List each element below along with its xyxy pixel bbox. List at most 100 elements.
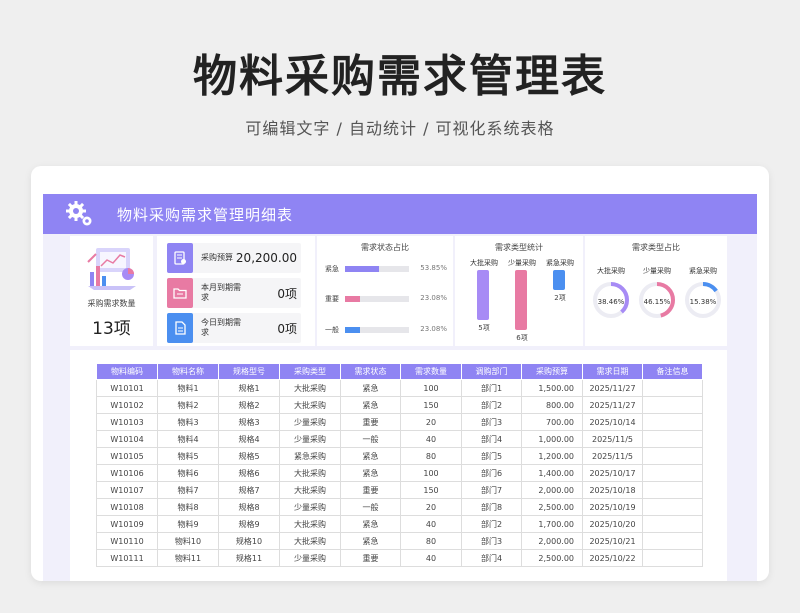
- table-cell[interactable]: 2025/10/22: [582, 549, 643, 567]
- table-cell[interactable]: 1,000.00: [521, 430, 583, 448]
- table-cell[interactable]: W10111: [96, 549, 158, 567]
- table-cell[interactable]: [642, 464, 703, 482]
- table-cell[interactable]: 物料9: [157, 515, 219, 533]
- table-cell[interactable]: 规格7: [218, 481, 280, 499]
- table-cell[interactable]: 2025/11/5: [582, 430, 643, 448]
- table-cell[interactable]: 物料3: [157, 413, 219, 431]
- table-cell[interactable]: 部门3: [461, 532, 522, 550]
- table-cell[interactable]: 少量采购: [279, 498, 341, 516]
- table-cell[interactable]: 规格6: [218, 464, 280, 482]
- table-cell[interactable]: 一般: [340, 430, 401, 448]
- table-row[interactable]: W10104 物料4 规格4 少量采购 一般 40 部门4 1,000.00 2025/11/5: [96, 430, 703, 448]
- table-cell[interactable]: 大批采购: [279, 396, 341, 414]
- table-cell[interactable]: W10106: [96, 464, 158, 482]
- table-row[interactable]: W10106 物料6 规格6 大批采购 紧急 100 部门6 1,400.00 2025/10/…: [96, 464, 703, 482]
- table-cell[interactable]: 部门1: [461, 379, 522, 397]
- table-cell[interactable]: 20: [400, 413, 462, 431]
- table-cell[interactable]: 2025/10/17: [582, 464, 643, 482]
- table-row[interactable]: W10101 物料1 规格1 大批采购 紧急 100 部门1 1,500.00 2025/11/…: [96, 379, 703, 397]
- table-cell[interactable]: 部门5: [461, 447, 522, 465]
- table-cell[interactable]: 2,500.00: [521, 549, 583, 567]
- table-cell[interactable]: W10109: [96, 515, 158, 533]
- table-cell[interactable]: 大批采购: [279, 481, 341, 499]
- table-cell[interactable]: 2025/10/14: [582, 413, 643, 431]
- table-row[interactable]: W10103 物料3 规格3 少量采购 重要 20 部门3 700.00 2025/10/14: [96, 413, 703, 431]
- table-cell[interactable]: 2,500.00: [521, 498, 583, 516]
- table-cell[interactable]: 2025/10/21: [582, 532, 643, 550]
- table-cell[interactable]: 规格2: [218, 396, 280, 414]
- table-cell[interactable]: 重要: [340, 549, 401, 567]
- table-cell[interactable]: 40: [400, 515, 462, 533]
- table-cell[interactable]: 2025/10/18: [582, 481, 643, 499]
- table-cell[interactable]: 40: [400, 549, 462, 567]
- table-row[interactable]: W10105 物料5 规格5 紧急采购 紧急 80 部门5 1,200.00 2025/11/5: [96, 447, 703, 465]
- table-cell[interactable]: 少量采购: [279, 413, 341, 431]
- table-cell[interactable]: 2025/11/27: [582, 396, 643, 414]
- column-header[interactable]: 物料编码: [96, 363, 158, 380]
- table-row[interactable]: W10108 物料8 规格8 少量采购 一般 20 部门8 2,500.00 2025/10/1…: [96, 498, 703, 516]
- table-cell[interactable]: [642, 481, 703, 499]
- table-cell[interactable]: 紧急: [340, 447, 401, 465]
- table-cell[interactable]: 物料2: [157, 396, 219, 414]
- column-header[interactable]: 物料名称: [157, 363, 219, 380]
- table-cell[interactable]: 规格1: [218, 379, 280, 397]
- table-cell[interactable]: 物料10: [157, 532, 219, 550]
- table-cell[interactable]: 少量采购: [279, 549, 341, 567]
- table-cell[interactable]: W10105: [96, 447, 158, 465]
- table-cell[interactable]: 100: [400, 379, 462, 397]
- table-cell[interactable]: W10104: [96, 430, 158, 448]
- table-cell[interactable]: 一般: [340, 498, 401, 516]
- table-cell[interactable]: W10107: [96, 481, 158, 499]
- table-cell[interactable]: 规格9: [218, 515, 280, 533]
- table-row[interactable]: W10107 物料7 规格7 大批采购 重要 150 部门7 2,000.00 2025/10/…: [96, 481, 703, 499]
- table-cell[interactable]: 少量采购: [279, 430, 341, 448]
- table-cell[interactable]: 重要: [340, 481, 401, 499]
- table-cell[interactable]: 物料8: [157, 498, 219, 516]
- table-cell[interactable]: 部门3: [461, 413, 522, 431]
- table-cell[interactable]: W10102: [96, 396, 158, 414]
- table-cell[interactable]: 大批采购: [279, 515, 341, 533]
- table-cell[interactable]: 规格4: [218, 430, 280, 448]
- table-cell[interactable]: 部门6: [461, 464, 522, 482]
- table-cell[interactable]: 2025/11/27: [582, 379, 643, 397]
- table-cell[interactable]: W10101: [96, 379, 158, 397]
- table-cell[interactable]: 1,200.00: [521, 447, 583, 465]
- table-cell[interactable]: 部门7: [461, 481, 522, 499]
- table-cell[interactable]: 紧急: [340, 379, 401, 397]
- table-row[interactable]: W10110 物料10 规格10 大批采购 紧急 80 部门3 2,000.00 2025/10…: [96, 532, 703, 550]
- table-cell[interactable]: 物料11: [157, 549, 219, 567]
- table-cell[interactable]: 重要: [340, 413, 401, 431]
- table-cell[interactable]: 规格10: [218, 532, 280, 550]
- table-cell[interactable]: 规格8: [218, 498, 280, 516]
- table-row[interactable]: W10111 物料11 规格11 少量采购 重要 40 部门4 2,500.00 2025/10…: [96, 549, 703, 567]
- table-cell[interactable]: 150: [400, 481, 462, 499]
- table-row[interactable]: W10102 物料2 规格2 大批采购 紧急 150 部门2 800.00 2025/11/27: [96, 396, 703, 414]
- table-cell[interactable]: [642, 413, 703, 431]
- table-cell[interactable]: 150: [400, 396, 462, 414]
- table-cell[interactable]: 规格5: [218, 447, 280, 465]
- table-cell[interactable]: [642, 447, 703, 465]
- table-cell[interactable]: 1,400.00: [521, 464, 583, 482]
- column-header[interactable]: 需求数量: [400, 363, 462, 380]
- table-cell[interactable]: 大批采购: [279, 379, 341, 397]
- table-cell[interactable]: 部门2: [461, 396, 522, 414]
- table-cell[interactable]: 2025/10/19: [582, 498, 643, 516]
- table-cell[interactable]: 2025/10/20: [582, 515, 643, 533]
- column-header[interactable]: 需求状态: [340, 363, 401, 380]
- table-cell[interactable]: 2,000.00: [521, 481, 583, 499]
- table-cell[interactable]: [642, 430, 703, 448]
- table-cell[interactable]: 物料1: [157, 379, 219, 397]
- table-cell[interactable]: 2025/11/5: [582, 447, 643, 465]
- table-cell[interactable]: 部门8: [461, 498, 522, 516]
- table-cell[interactable]: [642, 379, 703, 397]
- table-cell[interactable]: 紧急: [340, 396, 401, 414]
- table-cell[interactable]: 紧急: [340, 532, 401, 550]
- table-cell[interactable]: 紧急: [340, 464, 401, 482]
- table-cell[interactable]: 1,500.00: [521, 379, 583, 397]
- table-cell[interactable]: W10103: [96, 413, 158, 431]
- table-cell[interactable]: 80: [400, 447, 462, 465]
- table-cell[interactable]: 20: [400, 498, 462, 516]
- table-cell[interactable]: 100: [400, 464, 462, 482]
- table-cell[interactable]: 40: [400, 430, 462, 448]
- column-header[interactable]: 采购预算: [521, 363, 583, 380]
